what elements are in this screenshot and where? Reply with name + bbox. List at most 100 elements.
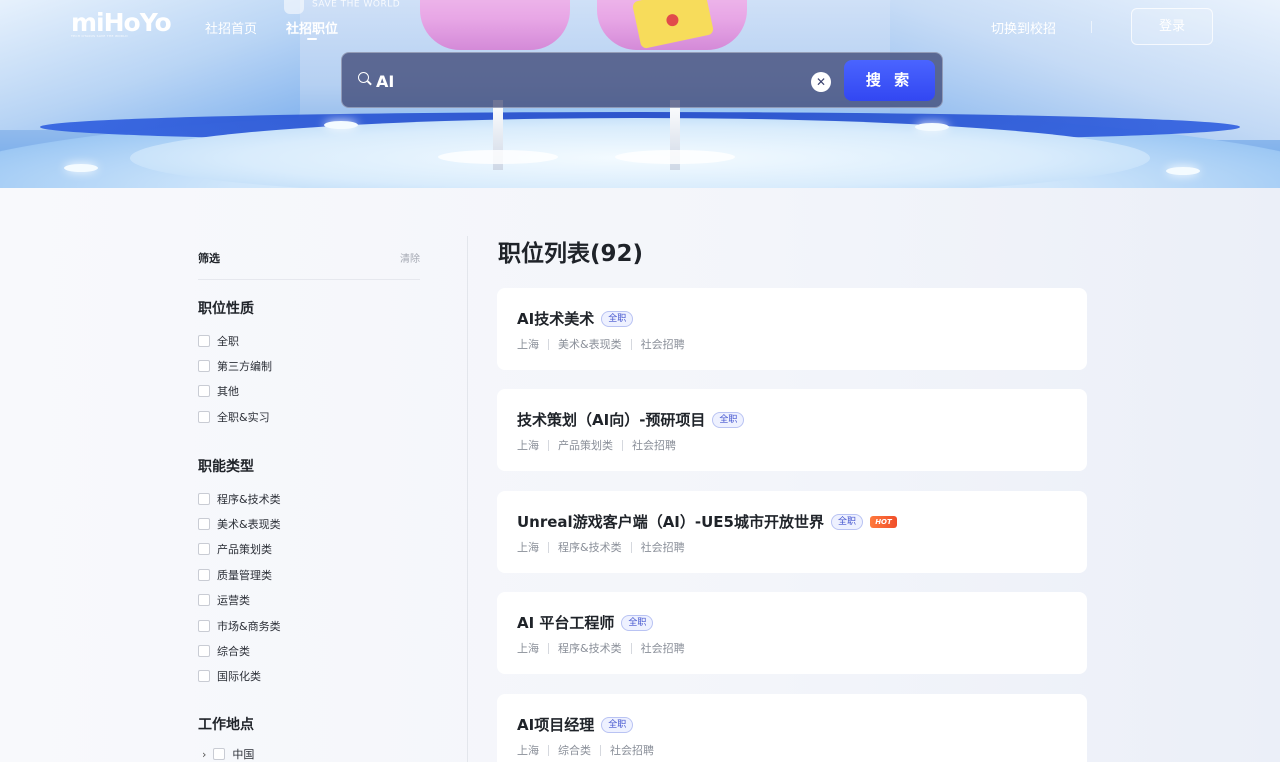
location-option-china[interactable]: › 中国 [202,746,254,762]
stage-light [64,164,98,172]
nav-home-link[interactable]: 社招首页 [205,18,257,37]
stage-light [1166,167,1200,175]
filter-option-label: 美术&表现类 [217,518,281,532]
checkbox[interactable] [198,645,210,658]
job-card[interactable]: Unreal游戏客户端（AI）-UE5城市开放世界 全职 HOT 上海 程序&技… [497,491,1087,573]
checkbox[interactable] [198,594,210,607]
job-title[interactable]: Unreal游戏客户端（AI）-UE5城市开放世界 [517,511,824,532]
filter-title: 筛选 [198,252,220,265]
location-label: 中国 [232,748,255,761]
filter-option[interactable]: 运营类 [198,588,281,613]
job-recruit-type: 社会招聘 [632,439,676,452]
job-city: 上海 [517,744,539,757]
search-button[interactable]: 搜 索 [844,60,935,101]
job-title[interactable]: AI项目经理 [517,714,594,735]
search-bar: ✕ 搜 索 [341,52,943,108]
job-category: 程序&技术类 [558,642,622,655]
checkbox[interactable] [198,410,210,423]
checkbox[interactable] [198,568,210,581]
meta-divider [630,642,632,654]
job-type-tag: 全职 [712,411,745,428]
filter-option-label: 其他 [217,385,239,399]
filter-option[interactable]: 产品策划类 [198,537,281,562]
login-button[interactable]: 登录 [1131,8,1213,45]
top-nav: miHoYo TECH OTAKUS SAVE THE WORLD SAVE T… [0,0,1280,56]
chevron-right-icon[interactable]: › [202,748,206,761]
meta-divider [630,541,632,553]
chair-foot [615,150,735,164]
job-title-row: AI项目经理 全职 [517,714,634,735]
meta-divider [622,439,623,451]
nav-jobs-link[interactable]: 社招职位 [286,18,338,37]
filter-option-label: 产品策划类 [217,543,272,557]
checkbox[interactable] [198,543,210,556]
job-category: 综合类 [558,744,591,757]
checkbox[interactable] [213,748,226,760]
job-type-tag: 全职 [830,513,863,530]
checkbox[interactable] [198,385,210,398]
meta-divider [548,541,549,553]
filter-option[interactable]: 市场&商务类 [198,613,281,638]
meta-divider [548,642,549,654]
search-input[interactable] [376,67,796,95]
filter-option[interactable]: 质量管理类 [198,562,281,587]
mihoyo-logo[interactable]: miHoYo TECH OTAKUS SAVE THE WORLD [71,10,172,42]
clear-search-button[interactable]: ✕ [811,72,831,92]
job-title[interactable]: AI技术美术 [517,308,594,329]
chair-foot [438,150,558,164]
job-title-row: Unreal游戏客户端（AI）-UE5城市开放世界 全职 HOT [517,511,897,532]
filter-option[interactable]: 国际化类 [198,664,281,689]
filter-sidebar: 筛选 清除 职位性质 全职 第三方编制 其他 全职&实习 职能类型 程序&技术类… [198,246,420,761]
filter-options-function: 程序&技术类 美术&表现类 产品策划类 质量管理类 运营类 市场&商务类 综合类… [198,486,281,689]
filter-option-label: 运营类 [217,594,250,608]
filter-option[interactable]: 综合类 [198,638,281,663]
meta-divider [600,744,601,756]
checkbox[interactable] [198,492,210,505]
meta-divider [548,439,549,451]
job-title-row: AI 平台工程师 全职 [517,612,654,633]
job-recruit-type: 社会招聘 [610,744,654,757]
job-card[interactable]: AI技术美术 全职 上海 美术&表现类 社会招聘 [497,288,1087,370]
hero-badge-text: SAVE THE WORLD [312,0,401,10]
filter-group-title: 职能类型 [198,459,254,475]
nav-active-indicator [307,38,317,40]
checkbox[interactable] [198,670,210,683]
job-type-tag: 全职 [601,310,634,327]
job-card[interactable]: AI项目经理 全职 上海 综合类 社会招聘 [497,694,1087,762]
checkbox[interactable] [198,619,210,632]
filter-option-label: 程序&技术类 [217,492,281,506]
filter-header: 筛选 清除 [198,246,420,280]
checkbox[interactable] [198,518,210,531]
filter-option[interactable]: 其他 [198,379,272,404]
filter-option-label: 综合类 [217,645,250,659]
filter-option-label: 全职&实习 [217,410,270,424]
filter-option-label: 国际化类 [217,670,261,684]
job-card[interactable]: 技术策划（AI向）-预研项目 全职 上海 产品策划类 社会招聘 [497,389,1087,471]
filter-option[interactable]: 全职 [198,328,272,353]
filter-option[interactable]: 第三方编制 [198,353,272,378]
job-city: 上海 [517,642,539,655]
filter-option-label: 第三方编制 [217,360,272,374]
checkbox[interactable] [198,360,210,373]
filter-option[interactable]: 程序&技术类 [198,486,281,511]
job-title-row: AI技术美术 全职 [517,308,634,329]
job-title[interactable]: AI 平台工程师 [517,612,614,633]
meta-divider [630,338,632,350]
hero-badge: SAVE THE WORLD [284,0,404,18]
job-card[interactable]: AI 平台工程师 全职 上海 程序&技术类 社会招聘 [497,592,1087,674]
clear-filters-button[interactable]: 清除 [400,250,420,265]
filter-options-job-nature: 全职 第三方编制 其他 全职&实习 [198,328,272,430]
filter-option[interactable]: 美术&表现类 [198,511,281,536]
job-meta: 上海 程序&技术类 社会招聘 [517,640,685,656]
badge-icon [284,0,304,14]
nav-divider [1091,21,1092,33]
job-city: 上海 [517,338,539,351]
filter-option[interactable]: 全职&实习 [198,404,272,429]
checkbox[interactable] [198,334,210,347]
switch-campus-link[interactable]: 切换到校招 [991,18,1056,37]
job-recruit-type: 社会招聘 [640,642,685,655]
filter-option-label: 质量管理类 [217,568,272,582]
stage-light [324,121,358,129]
job-title[interactable]: 技术策划（AI向）-预研项目 [517,409,705,430]
meta-divider [548,338,549,350]
